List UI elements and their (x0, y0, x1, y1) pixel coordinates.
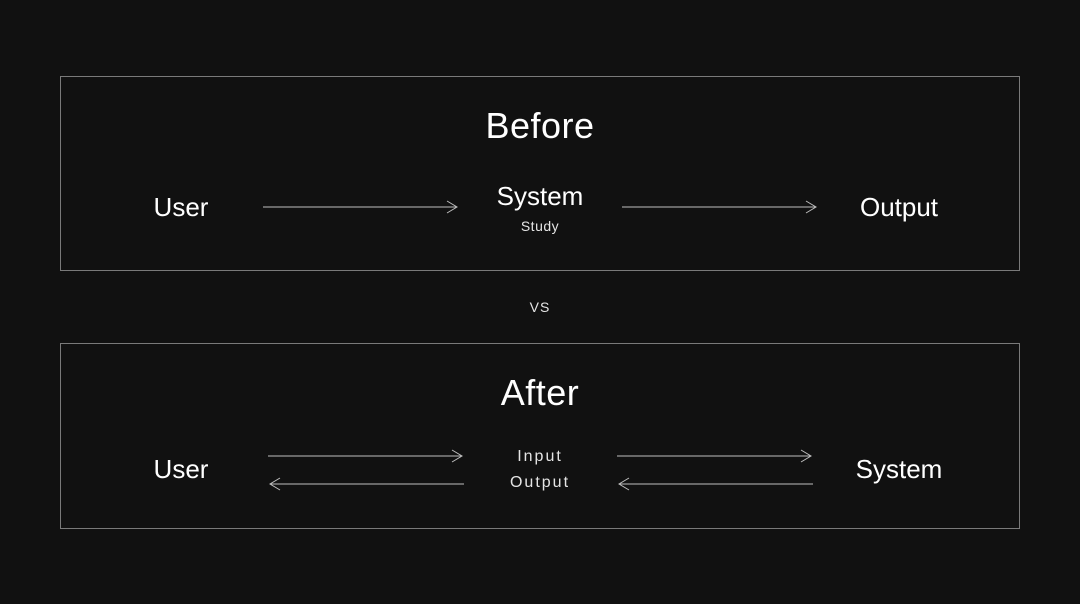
before-flow: User System Study Output (121, 181, 959, 234)
after-node-system: System (839, 454, 959, 485)
after-mid-input: Input (517, 448, 563, 466)
before-node-system-sublabel: Study (521, 218, 559, 234)
arrow-right-icon (615, 449, 815, 463)
arrow-right-icon (241, 200, 480, 214)
arrow-left-icon (266, 477, 466, 491)
arrow-right-icon (600, 200, 839, 214)
after-title: After (501, 372, 580, 414)
before-node-system: System Study (480, 181, 600, 234)
arrow-left-icon (615, 477, 815, 491)
after-mid-column: Input Output (490, 448, 590, 492)
before-panel: Before User System Study Output (60, 76, 1020, 271)
arrow-bidirectional-left (241, 449, 490, 491)
arrow-right-icon (266, 449, 466, 463)
after-panel: After User Input Output (60, 343, 1020, 529)
before-node-output: Output (839, 192, 959, 223)
after-mid-output: Output (510, 474, 570, 492)
after-node-user: User (121, 454, 241, 485)
before-node-system-label: System (497, 181, 584, 212)
before-title: Before (485, 105, 594, 147)
arrow-bidirectional-right (590, 449, 839, 491)
before-node-user: User (121, 192, 241, 223)
vs-label: VS (530, 299, 551, 315)
after-flow: User Input Output Syst (121, 448, 959, 492)
